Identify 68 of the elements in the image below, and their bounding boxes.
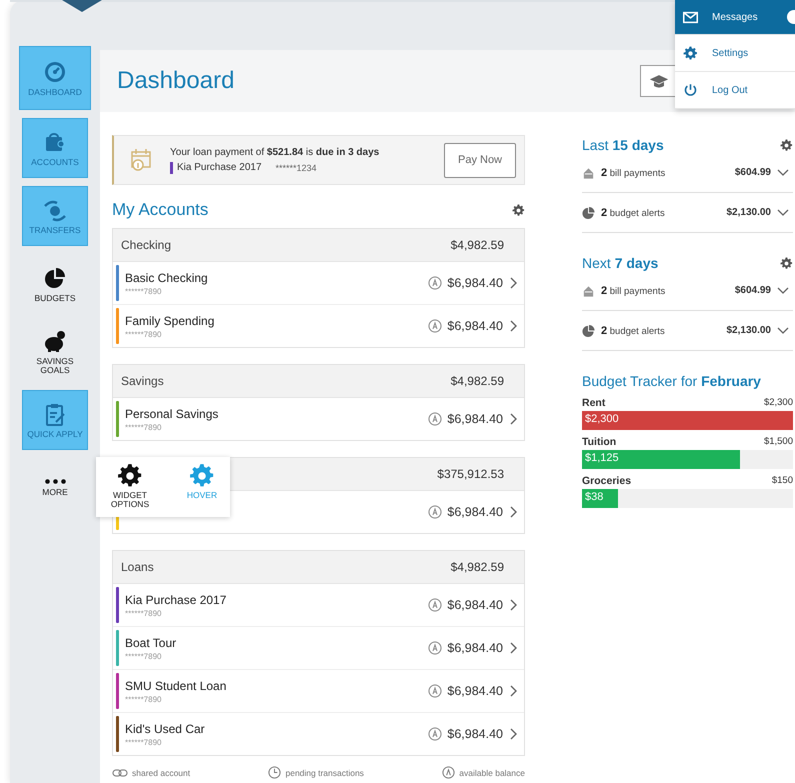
menu-item[interactable]: Messages (675, 0, 795, 35)
account-balance: $6,984.40 (447, 684, 503, 698)
account-name: Basic Checking (125, 270, 209, 284)
account-name: SMU Student Loan (125, 678, 228, 692)
section-title: My Accounts (112, 200, 208, 220)
menu-item[interactable]: Log Out (675, 72, 795, 109)
account-name: Boat Tour (125, 636, 178, 650)
budget-category: Rent (582, 397, 606, 409)
summary-row[interactable]: 2 budget alerts $2,130.00 (582, 193, 793, 233)
account-number: ******7890 (125, 286, 162, 296)
account-number: ******7890 (125, 422, 162, 432)
section-title: Budget Tracker for February (582, 373, 762, 389)
account-name: Personal Savings (125, 406, 220, 420)
account-number: ******1234 (276, 162, 317, 172)
legend-label: available balance (459, 768, 525, 778)
widget-option[interactable]: WIDGET OPTIONS (108, 463, 152, 517)
budget-spent: $2,300 (585, 413, 619, 425)
budget-category: Tuition (582, 436, 616, 448)
account-row[interactable]: SMU Student Loan ******7890 $6,984.40 (113, 669, 524, 712)
account-balance: $6,984.40 (447, 276, 503, 290)
account-number: ******7890 (125, 608, 162, 618)
budget-category: Groceries (582, 475, 632, 487)
budget-limit: $2,300 (764, 397, 793, 409)
account-balance: $6,984.40 (447, 319, 503, 333)
budget-spent: $38 (585, 491, 604, 503)
group-total: $4,982.59 (450, 238, 504, 252)
account-row[interactable]: Kid's Used Car ******7890 $6,984.40 (113, 712, 524, 755)
group-total: $4,982.59 (450, 374, 504, 388)
account-name: Kia Purchase 2017 (177, 162, 262, 173)
group-total: $375,912.53 (437, 467, 504, 481)
section-title: Next 7 days (582, 255, 658, 271)
budget-limit: $150 (772, 475, 793, 487)
account-number: ******7890 (125, 694, 162, 704)
page-title: Dashboard (117, 67, 234, 95)
account-number: ******7890 (125, 330, 162, 338)
account-number: ******7890 (125, 652, 162, 660)
account-row[interactable]: Kia Purchase 2017 ******7890 $6,984.40 (113, 584, 524, 626)
summary-row[interactable]: 2 budget alerts $2,130.00 (582, 311, 793, 351)
account-balance: $6,984.40 (447, 412, 503, 426)
menu-item[interactable]: Settings (675, 35, 795, 72)
budget-limit: $1,500 (764, 436, 793, 448)
account-balance: $6,984.40 (447, 505, 503, 519)
group-total: $4,982.59 (450, 560, 504, 574)
budget-spent: $1,125 (585, 452, 619, 464)
group-label: Loans (121, 560, 154, 574)
alert-message: Your loan payment of $521.84 is due in 3 days (170, 146, 380, 158)
legend-label: pending transactions (285, 768, 364, 778)
account-row[interactable]: Boat Tour ******7890 $6,984.40 (113, 626, 524, 669)
group-label: Savings (121, 374, 164, 388)
account-number: ******7890 (125, 738, 162, 746)
nav-item[interactable]: SAVINGS GOALS (22, 322, 88, 382)
account-balance: $6,984.40 (447, 641, 503, 655)
summary-row[interactable]: 2 bill payments $604.99 (582, 153, 793, 193)
summary-row[interactable]: 2 bill payments $604.99 (582, 271, 793, 311)
account-row[interactable]: Family Spending ******7890 $6,984.40 (113, 304, 524, 347)
account-row[interactable]: Personal Savings ******7890 $6,984.40 (113, 398, 524, 440)
account-name: Family Spending (125, 314, 216, 328)
account-row[interactable]: Basic Checking ******7890 $6,984.40 (113, 262, 524, 304)
legend-label: shared account (132, 768, 190, 778)
nav-item[interactable]: BUDGETS (22, 254, 88, 314)
account-name: Kia Purchase 2017 (125, 592, 228, 606)
section-title: Last 15 days (582, 137, 664, 153)
group-label: Checking (121, 238, 172, 252)
pay-now-button[interactable]: Pay Now (444, 142, 516, 178)
account-name: Kid's Used Car (125, 722, 206, 736)
nav-item[interactable]: MORE (22, 458, 88, 518)
account-balance: $6,984.40 (447, 598, 503, 612)
account-balance: $6,984.40 (447, 727, 503, 741)
